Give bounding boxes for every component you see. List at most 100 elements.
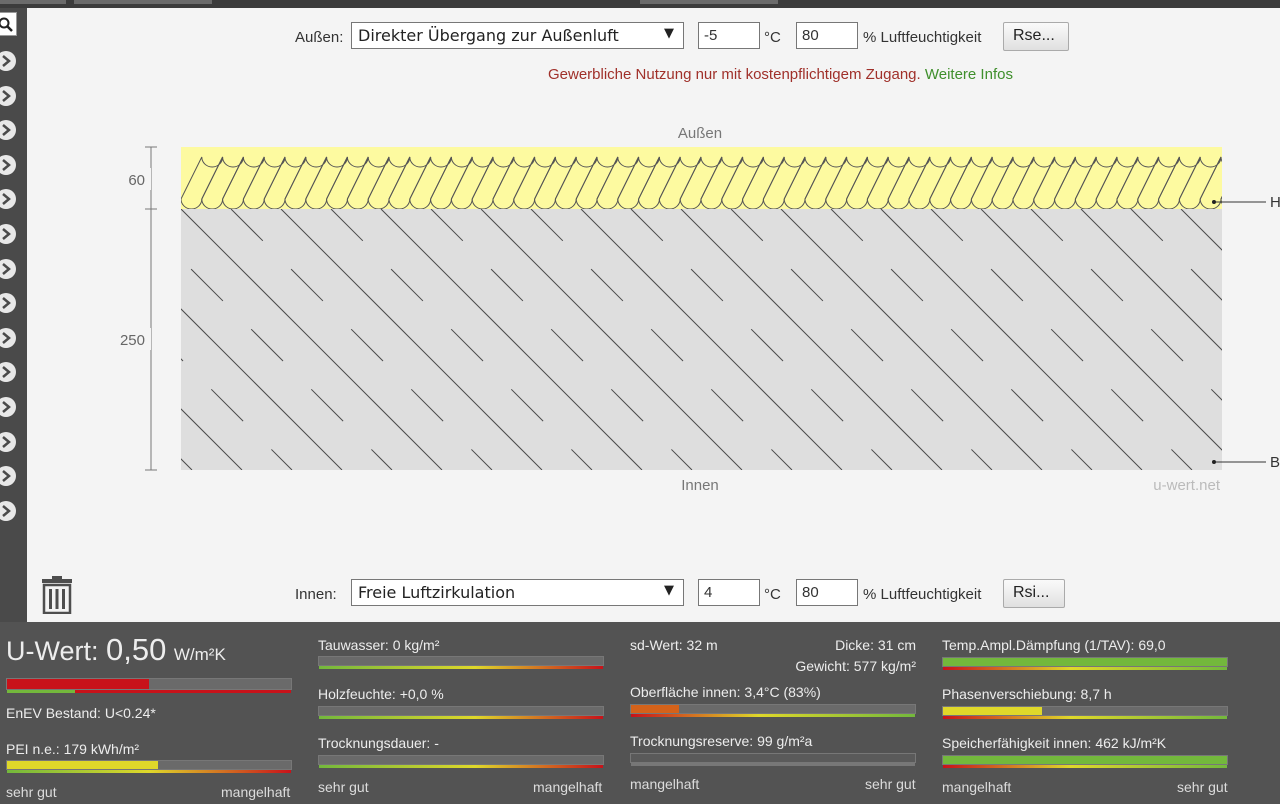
chevron-right-icon <box>2 470 11 483</box>
inside-controls: Innen: Freie Luftzirkulation ▼ 4 °C 80 %… <box>27 579 1280 609</box>
dicke-label: Dicke: 31 cm <box>835 637 916 653</box>
top-tab-3[interactable] <box>640 0 778 4</box>
uwert-display: U-Wert: 0,50 W/m²K <box>6 632 226 668</box>
chevron-right-icon <box>2 504 11 517</box>
tav-bar-track <box>943 667 1227 670</box>
scale-good-3: sehr gut <box>865 776 916 792</box>
tauwasser-bar <box>318 656 604 669</box>
sidebar-layer-button[interactable] <box>0 362 16 383</box>
top-label: Außen <box>678 125 722 142</box>
scale-good-2: sehr gut <box>318 779 369 795</box>
sidebar-layer-button[interactable] <box>0 189 16 210</box>
scale-good-4: sehr gut <box>1177 779 1228 795</box>
search-button[interactable] <box>0 12 17 36</box>
sidebar-layer-button[interactable] <box>0 466 16 487</box>
search-icon <box>0 17 13 32</box>
chevron-right-icon <box>2 297 11 310</box>
sidebar-layer-button[interactable] <box>0 120 16 141</box>
phase-bar <box>942 706 1228 719</box>
chevron-right-icon <box>2 158 11 171</box>
scale-bad-3: mangelhaft <box>630 776 700 792</box>
uwert-bar-track <box>7 690 291 693</box>
speicher-bar-track <box>943 765 1227 768</box>
sidebar-layer-button[interactable] <box>0 500 16 521</box>
layer-2-thickness: 250 <box>120 332 145 349</box>
oberflaeche-label: Oberfläche innen: 3,4°C (83%) <box>630 684 821 700</box>
uwert-value: 0,50 <box>106 632 167 667</box>
callout-label-1[interactable]: H <box>1270 194 1280 211</box>
gewicht-label: Gewicht: 577 kg/m² <box>795 658 916 674</box>
sidebar-layer-button[interactable] <box>0 397 16 417</box>
chevron-right-icon <box>2 55 11 67</box>
trocknungsdauer-bar-track <box>319 765 603 768</box>
top-strip <box>0 0 1280 8</box>
tav-bar-fill <box>943 658 1227 666</box>
inside-temp-unit: °C <box>764 586 781 603</box>
hatch-line <box>1231 209 1280 470</box>
pei-bar <box>6 760 292 773</box>
enev-requirement: EnEV Bestand: U<0.24* <box>6 705 156 721</box>
trocknungsreserve-label: Trocknungsreserve: 99 g/m²a <box>630 733 813 749</box>
tav-label: Temp.Ampl.Dämpfung (1/TAV): 69,0 <box>942 637 1166 653</box>
main-panel: Außen: Direkter Übergang zur Außenluft ▼… <box>27 8 1280 622</box>
chevron-right-icon <box>2 331 11 344</box>
inside-transition-value: Freie Luftzirkulation <box>358 583 516 602</box>
sidebar-layer-button[interactable] <box>0 51 16 71</box>
scale-bad-4: mangelhaft <box>942 779 1012 795</box>
dropdown-caret-icon: ▼ <box>664 583 674 598</box>
speicher-label: Speicherfähigkeit innen: 462 kJ/m²K <box>942 735 1167 751</box>
hatch-line <box>181 458 193 470</box>
trocknungsdauer-bar <box>318 755 604 768</box>
inside-label: Innen: <box>295 586 337 603</box>
phase-bar-track <box>943 716 1227 719</box>
sidebar-layer-button[interactable] <box>0 154 16 175</box>
sidebar-layer-button[interactable] <box>0 293 16 314</box>
inside-humidity-input[interactable]: 80 <box>796 579 858 606</box>
rsi-button[interactable]: Rsi... <box>1003 579 1065 608</box>
tauwasser-bar-track <box>319 666 603 669</box>
chevron-right-icon <box>2 401 11 413</box>
chevron-right-icon <box>2 193 11 206</box>
trocknungsreserve-bar <box>630 753 916 766</box>
scale-bad-1: mangelhaft <box>221 784 291 800</box>
holzfeuchte-bar-track <box>319 716 603 719</box>
holzfeuchte-bar <box>318 706 604 719</box>
top-tab-1[interactable] <box>0 0 66 4</box>
bottom-label: Innen <box>681 477 719 494</box>
sidebar-layer-button[interactable] <box>0 327 16 348</box>
tauwasser-label: Tauwasser: 0 kg/m² <box>318 637 440 653</box>
phase-bar-fill <box>943 707 1043 715</box>
speicher-bar <box>942 755 1228 768</box>
sidebar-layer-button[interactable] <box>0 85 16 106</box>
sidebar-layer-button[interactable] <box>0 258 16 279</box>
sidebar-layer-button[interactable] <box>0 431 16 452</box>
inside-temperature-input[interactable]: 4 <box>698 579 760 606</box>
scale-bad-2: mangelhaft <box>533 779 603 795</box>
inside-transition-select[interactable]: Freie Luftzirkulation ▼ <box>351 579 684 606</box>
top-tab-2[interactable] <box>74 0 212 4</box>
layer-concrete[interactable] <box>181 209 1222 470</box>
uwert-unit: W/m²K <box>173 645 226 664</box>
wall-diagram: Außen 60 250 H B Innen u-wert.net <box>113 125 1280 494</box>
phase-label: Phasenverschiebung: 8,7 h <box>942 686 1112 702</box>
uwert-bar-fill <box>7 679 149 689</box>
trocknungsreserve-bar-track <box>631 763 915 766</box>
results-panel: U-Wert: 0,50 W/m²K EnEV Bestand: U<0.24*… <box>0 622 1280 804</box>
chevron-right-icon <box>2 435 11 448</box>
layer-1-thickness: 60 <box>128 172 145 189</box>
sidebar-layer-button[interactable] <box>0 224 16 244</box>
chevron-right-icon <box>2 228 11 240</box>
callout-label-2[interactable]: B <box>1270 454 1280 471</box>
chevron-right-icon <box>2 366 11 379</box>
uwert-label: U-Wert: <box>6 636 99 666</box>
pei-bar-track <box>7 770 291 773</box>
trocknungsdauer-label: Trocknungsdauer: - <box>318 735 439 751</box>
uwert-bar <box>6 678 292 693</box>
tav-bar <box>942 657 1228 670</box>
speicher-bar-fill <box>943 756 1227 764</box>
oberflaeche-bar-track <box>631 714 915 717</box>
callout-dot-2 <box>1212 460 1216 464</box>
chevron-right-icon <box>2 89 11 102</box>
chevron-right-icon <box>2 124 11 137</box>
scale-good-1: sehr gut <box>6 784 57 800</box>
